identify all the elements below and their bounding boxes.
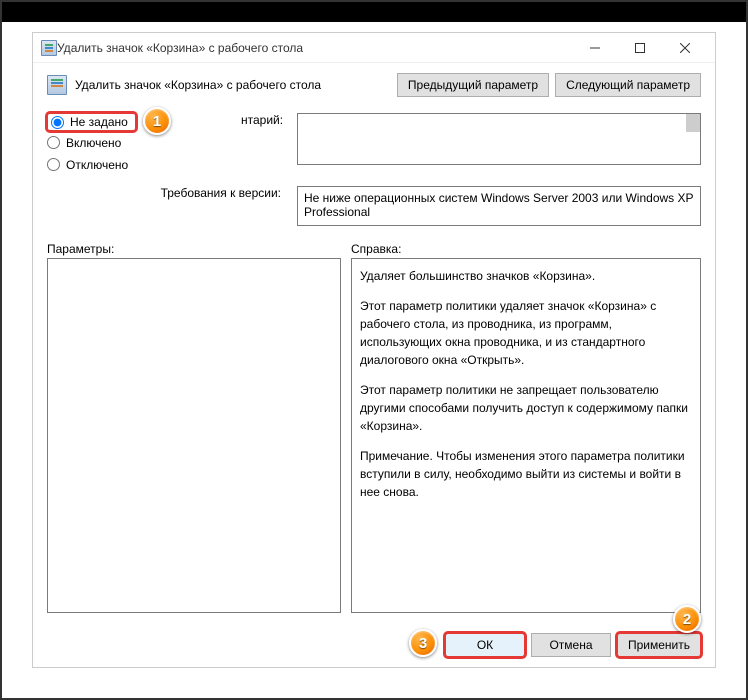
requirements-row: Требования к версии: Не ниже операционны… [33,186,715,236]
radio-enabled-row[interactable]: Включено [47,132,287,154]
maximize-button[interactable] [617,34,662,62]
annotation-badge-1: 1 [143,107,171,135]
panels-row: Удаляет большинство значков «Корзина». Э… [33,258,715,624]
radio-not-configured[interactable] [51,116,64,129]
maximize-icon [635,43,645,53]
parameters-label: Параметры: [47,242,351,256]
screenshot-frame: Удалить значок «Корзина» с рабочего стол… [0,0,748,700]
next-setting-button[interactable]: Следующий параметр [555,73,701,97]
policy-icon [41,40,57,56]
help-paragraph: Примечание. Чтобы изменения этого параме… [360,447,692,501]
dialog-footer: 3 ОК Отмена Применить 2 [33,623,715,667]
help-paragraph: Этот параметр политики не запрещает поль… [360,381,692,435]
radio-disabled-label: Отключено [66,158,128,172]
minimize-icon [590,43,600,53]
radio-enabled-label: Включено [66,136,121,150]
help-paragraph: Удаляет большинство значков «Корзина». [360,267,692,285]
apply-button[interactable]: Применить [617,633,701,657]
comment-label-fragment: нтарий: [241,113,283,127]
minimize-button[interactable] [572,34,617,62]
dialog-window: Удалить значок «Корзина» с рабочего стол… [32,32,716,668]
radio-not-configured-row[interactable]: Не заданo [47,113,136,131]
help-label: Справка: [351,242,701,256]
window-title: Удалить значок «Корзина» с рабочего стол… [57,41,572,55]
cancel-button[interactable]: Отмена [531,633,611,657]
parameters-panel [47,258,341,614]
nav-buttons: Предыдущий параметр Следующий параметр [397,73,701,97]
comment-area: нтарий: [297,113,701,176]
policy-icon [47,75,67,95]
policy-title: Удалить значок «Корзина» с рабочего стол… [75,78,389,92]
state-and-comment-row: Не заданo Включено Отключено 1 нтарий: [33,107,715,186]
previous-setting-button[interactable]: Предыдущий параметр [397,73,549,97]
ok-button[interactable]: ОК [445,633,525,657]
radio-not-configured-label: Не заданo [70,115,128,129]
annotation-badge-3: 3 [409,629,437,657]
frame-top-bar [2,2,746,22]
section-labels: Параметры: Справка: [33,236,715,258]
annotation-badge-2: 2 [673,605,701,633]
scrollbar-thumb[interactable] [686,114,700,132]
requirements-text: Не ниже операционных систем Windows Serv… [297,186,701,226]
radio-disabled[interactable] [47,158,60,171]
titlebar: Удалить значок «Корзина» с рабочего стол… [33,33,715,63]
requirements-label: Требования к версии: [47,186,287,200]
radio-disabled-row[interactable]: Отключено [47,154,287,176]
comment-textarea[interactable] [297,113,701,165]
radio-enabled[interactable] [47,136,60,149]
close-icon [680,43,690,53]
close-button[interactable] [662,34,707,62]
header-row: Удалить значок «Корзина» с рабочего стол… [33,63,715,107]
help-paragraph: Этот параметр политики удаляет значок «К… [360,297,692,369]
help-panel: Удаляет большинство значков «Корзина». Э… [351,258,701,614]
